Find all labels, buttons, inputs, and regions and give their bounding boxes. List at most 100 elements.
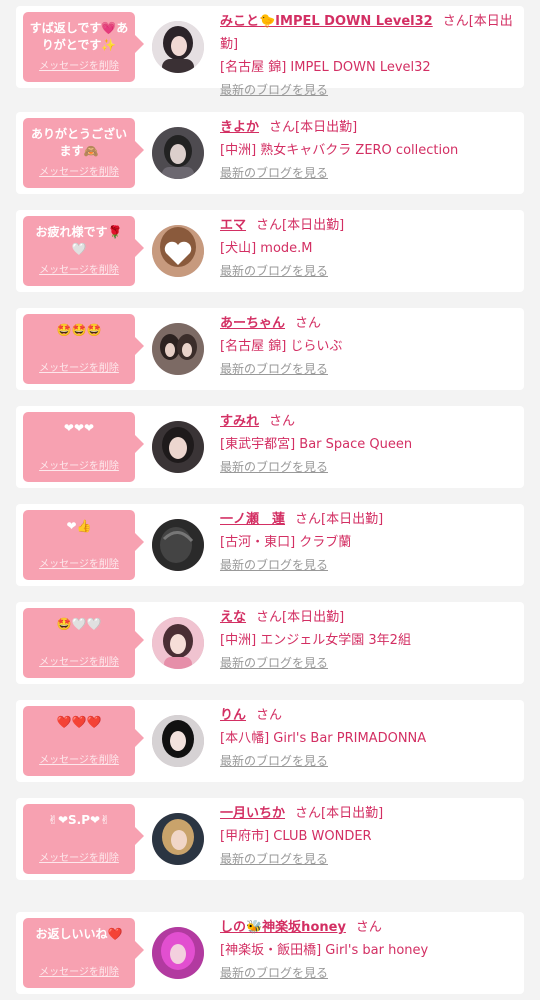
shop-name: [甲府市] CLUB WONDER xyxy=(220,829,372,844)
girl-avatar-icon xyxy=(152,519,204,571)
avatar[interactable] xyxy=(152,617,204,669)
message-card: 🤩🤩🤩 メッセージを削除 あーちゃん さん [名古屋 錦] じらいぶ 最新のブログ… xyxy=(16,308,524,390)
honorific: さん xyxy=(269,414,296,429)
girl-name-link[interactable]: あーちゃん xyxy=(220,316,285,331)
message-card: お返しいいね❤️ メッセージを削除 しの🐝神楽坂honey さん [神楽坂・飯田橋… xyxy=(16,912,524,994)
message-text: すば返しです💗ありがとです✨ xyxy=(29,21,129,52)
girl-name-link[interactable]: 一ノ瀬 蓮 xyxy=(220,512,285,527)
message-text: ❤👍 xyxy=(66,519,92,533)
avatar[interactable] xyxy=(152,927,204,979)
girl-avatar-icon xyxy=(152,715,204,767)
latest-blog-link[interactable]: 最新のブログを見る xyxy=(220,848,328,871)
message-bubble: ❤️❤️❤️ メッセージを削除 xyxy=(23,706,144,776)
shop-name: [神楽坂・飯田橋] Girl's bar honey xyxy=(220,943,429,958)
girl-name-link[interactable]: えな xyxy=(220,610,246,625)
delete-message-link[interactable]: メッセージを削除 xyxy=(39,261,119,276)
latest-blog-link[interactable]: 最新のブログを見る xyxy=(220,554,328,577)
girl-info: きよか さん[本日出勤] [中洲] 熟女キャバクラ ZERO collection… xyxy=(220,116,516,185)
delete-message-link[interactable]: メッセージを削除 xyxy=(39,751,119,766)
delete-message-link[interactable]: メッセージを削除 xyxy=(39,963,119,978)
latest-blog-link[interactable]: 最新のブログを見る xyxy=(220,162,328,185)
latest-blog-link[interactable]: 最新のブログを見る xyxy=(220,358,328,381)
message-text: ❤️❤️❤️ xyxy=(56,715,102,729)
message-card: ❤❤❤ メッセージを削除 すみれ さん [東武宇都宮] Bar Space Que… xyxy=(16,406,524,488)
delete-message-link[interactable]: メッセージを削除 xyxy=(39,555,119,570)
message-card: お疲れ様です🌹🤍 メッセージを削除 エマ さん[本日出勤] [犬山] mode.M… xyxy=(16,210,524,292)
delete-message-link[interactable]: メッセージを削除 xyxy=(39,163,119,178)
honorific: さん xyxy=(295,316,322,331)
girl-name-link[interactable]: すみれ xyxy=(220,414,259,429)
avatar[interactable] xyxy=(152,715,204,767)
latest-blog-link[interactable]: 最新のブログを見る xyxy=(220,962,328,985)
shop-name: [中洲] エンジェル女学園 3年2組 xyxy=(220,633,411,648)
girl-info: すみれ さん [東武宇都宮] Bar Space Queen 最新のブログを見る xyxy=(220,410,516,479)
heart-cover-avatar-icon xyxy=(152,225,204,277)
girl-info: あーちゃん さん [名古屋 錦] じらいぶ 最新のブログを見る xyxy=(220,312,516,381)
message-card: すば返しです💗ありがとです✨ メッセージを削除 みこと🐤IMPEL DOWN L… xyxy=(16,6,524,97)
message-card: 🤩🤍🤍 メッセージを削除 えな さん[本日出勤] [中洲] エンジェル女学園 3年… xyxy=(16,602,524,684)
latest-blog-link[interactable]: 最新のブログを見る xyxy=(220,750,328,773)
honorific: さん xyxy=(256,218,283,233)
girl-name-link[interactable]: みこと🐤IMPEL DOWN Level32 xyxy=(220,14,433,29)
avatar[interactable] xyxy=(152,421,204,473)
shop-name: [名古屋 錦] IMPEL DOWN Level32 xyxy=(220,60,431,75)
girl-info: 一ノ瀬 蓮さん[本日出勤] [古河・東口] クラブ蘭 最新のブログを見る xyxy=(220,508,516,577)
message-text: 🤩🤍🤍 xyxy=(56,617,102,631)
message-card: ❤️❤️❤️ メッセージを削除 りん さん [本八幡] Girl's Bar PR… xyxy=(16,700,524,782)
avatar[interactable] xyxy=(152,813,204,865)
delete-message-link[interactable]: メッセージを削除 xyxy=(39,359,119,374)
message-list: すば返しです💗ありがとです✨ メッセージを削除 みこと🐤IMPEL DOWN L… xyxy=(0,0,540,1000)
girl-name-link[interactable]: きよか xyxy=(220,120,259,135)
message-bubble: お疲れ様です🌹🤍 メッセージを削除 xyxy=(23,216,144,286)
message-text: 🤩🤩🤩 xyxy=(56,323,102,337)
working-today-badge: [本日出勤] xyxy=(282,218,345,233)
shop-name: [古河・東口] クラブ蘭 xyxy=(220,535,352,550)
shop-name: [本八幡] Girl's Bar PRIMADONNA xyxy=(220,731,427,746)
girl-name-link[interactable]: しの🐝神楽坂honey xyxy=(220,920,346,935)
message-bubble: ✌❤S.P❤✌ メッセージを削除 xyxy=(23,804,144,874)
message-bubble: 🤩🤩🤩 メッセージを削除 xyxy=(23,314,144,384)
girl-avatar-icon xyxy=(152,927,204,979)
girl-info: りん さん [本八幡] Girl's Bar PRIMADONNA 最新のブログを… xyxy=(220,704,516,773)
girl-avatar-icon xyxy=(152,617,204,669)
avatar[interactable] xyxy=(152,519,204,571)
girl-info: 一月いちか さん[本日出勤] [甲府市] CLUB WONDER 最新のブログを見… xyxy=(220,802,516,871)
message-bubble: 🤩🤍🤍 メッセージを削除 xyxy=(23,608,144,678)
girl-name-link[interactable]: エマ xyxy=(220,218,246,233)
message-bubble: すば返しです💗ありがとです✨ メッセージを削除 xyxy=(23,12,144,82)
message-bubble: お返しいいね❤️ メッセージを削除 xyxy=(23,918,144,988)
working-today-badge: [本日出勤] xyxy=(321,512,384,527)
girl-info: エマ さん[本日出勤] [犬山] mode.M 最新のブログを見る xyxy=(220,214,516,283)
honorific: さん xyxy=(269,120,296,135)
honorific: さん xyxy=(295,806,322,821)
message-text: お疲れ様です🌹🤍 xyxy=(35,225,123,256)
message-text: ありがとうございます🙈 xyxy=(30,127,127,158)
avatar[interactable] xyxy=(152,21,204,73)
latest-blog-link[interactable]: 最新のブログを見る xyxy=(220,79,328,102)
latest-blog-link[interactable]: 最新のブログを見る xyxy=(220,652,328,675)
avatar[interactable] xyxy=(152,225,204,277)
avatar[interactable] xyxy=(152,323,204,375)
message-text: ✌❤S.P❤✌ xyxy=(47,813,111,827)
girl-avatar-icon xyxy=(152,813,204,865)
honorific: さん xyxy=(442,14,469,29)
delete-message-link[interactable]: メッセージを削除 xyxy=(39,653,119,668)
girl-name-link[interactable]: 一月いちか xyxy=(220,806,285,821)
delete-message-link[interactable]: メッセージを削除 xyxy=(39,849,119,864)
avatar[interactable] xyxy=(152,127,204,179)
message-bubble: ❤👍 メッセージを削除 xyxy=(23,510,144,580)
latest-blog-link[interactable]: 最新のブログを見る xyxy=(220,456,328,479)
honorific: さん xyxy=(256,708,283,723)
shop-name: [犬山] mode.M xyxy=(220,241,313,256)
girl-avatar-icon xyxy=(152,421,204,473)
delete-message-link[interactable]: メッセージを削除 xyxy=(39,457,119,472)
latest-blog-link[interactable]: 最新のブログを見る xyxy=(220,260,328,283)
girl-avatar-icon xyxy=(152,21,204,73)
shop-name: [東武宇都宮] Bar Space Queen xyxy=(220,437,413,452)
girl-info: しの🐝神楽坂honey さん [神楽坂・飯田橋] Girl's bar honey… xyxy=(220,916,516,985)
girl-name-link[interactable]: りん xyxy=(220,708,246,723)
message-card: ありがとうございます🙈 メッセージを削除 きよか さん[本日出勤] [中洲] 熟女… xyxy=(16,112,524,194)
message-card: ❤👍 メッセージを削除 一ノ瀬 蓮さん[本日出勤] [古河・東口] クラブ蘭 最… xyxy=(16,504,524,586)
delete-message-link[interactable]: メッセージを削除 xyxy=(39,57,119,72)
honorific: さん xyxy=(295,512,322,527)
